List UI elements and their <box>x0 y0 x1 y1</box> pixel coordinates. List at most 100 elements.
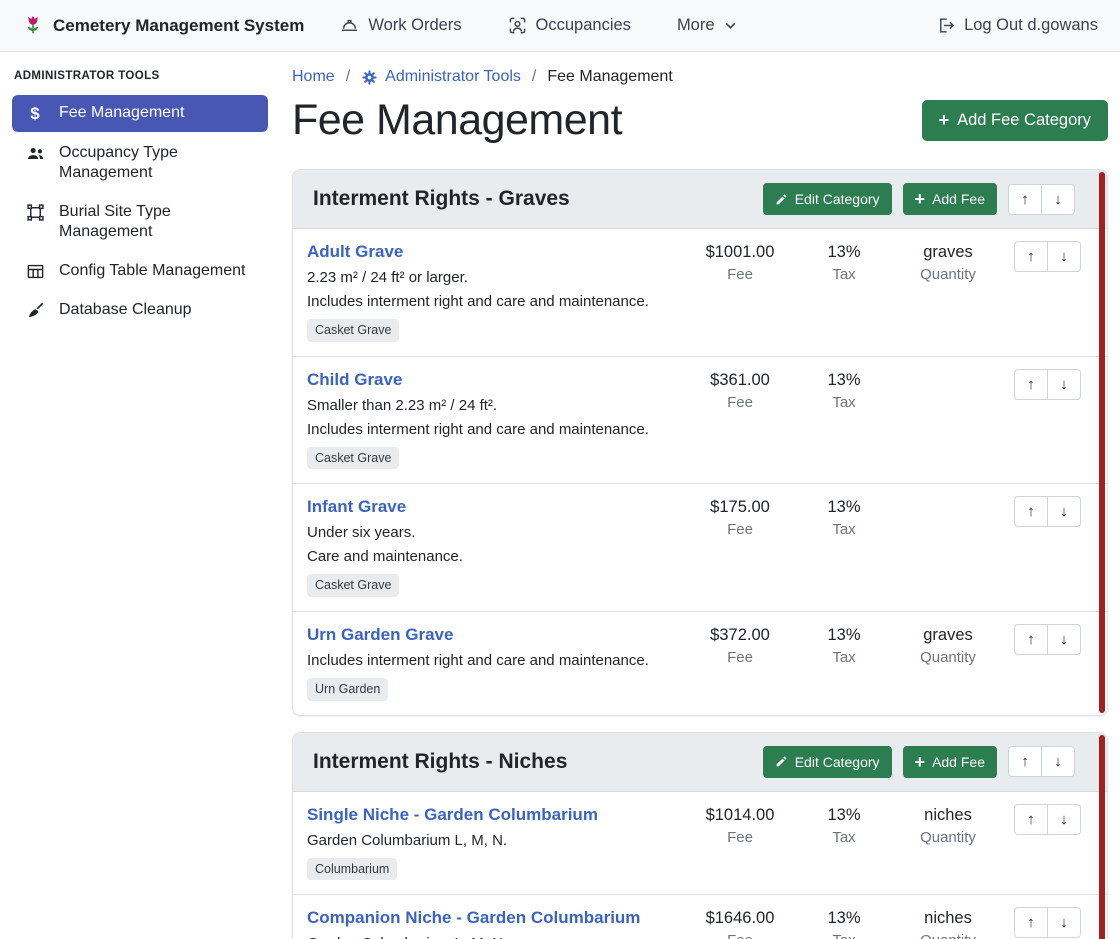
app-brand[interactable]: Cemetery Management System <box>22 15 304 37</box>
fee-description: Care and maintenance. <box>307 547 680 566</box>
move-fee-up-button[interactable]: ↑ <box>1014 624 1048 655</box>
move-category-up-button[interactable]: ↑ <box>1008 746 1042 777</box>
person-frame-icon <box>508 16 527 35</box>
nav-occupancies[interactable]: Occupancies <box>508 16 631 35</box>
edit-category-button[interactable]: Edit Category <box>763 746 892 778</box>
sidebar-nav: $Fee ManagementOccupancy Type Management… <box>0 95 280 328</box>
add-fee-category-button[interactable]: + Add Fee Category <box>922 100 1108 141</box>
fee-type-badge: Columbarium <box>307 858 397 881</box>
nav-more[interactable]: More <box>677 16 737 35</box>
fee-type-badge: Casket Grave <box>307 574 399 597</box>
fee-amount: $1001.00Fee <box>688 241 792 283</box>
sidebar-item-config-table-management[interactable]: Config Table Management <box>12 253 268 289</box>
fee-quantity: gravesQuantity <box>896 241 1000 283</box>
move-category-down-button[interactable]: ↓ <box>1041 184 1075 215</box>
page-title: Fee Management <box>292 96 622 145</box>
move-category-up-button[interactable]: ↑ <box>1008 184 1042 215</box>
move-category-down-button[interactable]: ↓ <box>1041 746 1075 777</box>
fee-tax-label: Tax <box>792 829 896 846</box>
category-actions: Edit Category +Add Fee ↑↓ <box>763 746 1087 778</box>
move-fee-down-button[interactable]: ↓ <box>1047 624 1081 655</box>
top-navbar: Cemetery Management System Work Orders O… <box>0 0 1120 52</box>
fee-type-badge: Casket Grave <box>307 319 399 342</box>
fee-name-link[interactable]: Urn Garden Grave <box>307 624 453 646</box>
move-fee-down-button[interactable]: ↓ <box>1047 496 1081 527</box>
fee-row: Infant GraveUnder six years.Care and mai… <box>293 484 1107 612</box>
fee-quantity-label: Quantity <box>896 829 1000 846</box>
logout-icon <box>936 16 955 35</box>
sidebar-item-database-cleanup[interactable]: Database Cleanup <box>12 292 268 328</box>
category-header: Interment Rights - Graves Edit Category +A… <box>293 170 1107 229</box>
nav-work-orders[interactable]: Work Orders <box>340 16 461 35</box>
fee-tax-value: 13% <box>792 806 896 825</box>
nav-work-orders-label: Work Orders <box>368 16 461 35</box>
card-scrollbar-thumb[interactable] <box>1099 172 1105 713</box>
sidebar-item-fee-management[interactable]: $Fee Management <box>12 95 268 132</box>
fee-tax: 13%Tax <box>792 496 896 538</box>
fee-amount-value: $1646.00 <box>688 909 792 928</box>
edit-category-button[interactable]: Edit Category <box>763 183 892 215</box>
fee-name-link[interactable]: Child Grave <box>307 369 402 391</box>
fee-description: 2.23 m² / 24 ft² or larger. <box>307 268 680 287</box>
move-fee-down-button[interactable]: ↓ <box>1047 369 1081 400</box>
fee-tax-value: 13% <box>792 371 896 390</box>
sidebar-item-occupancy-type-management[interactable]: Occupancy Type Management <box>12 135 268 191</box>
move-fee-down-button[interactable]: ↓ <box>1047 241 1081 272</box>
fee-amount-label: Fee <box>688 829 792 846</box>
fee-quantity: nichesQuantity <box>896 907 1000 939</box>
fee-amount-label: Fee <box>688 649 792 666</box>
move-fee-down-button[interactable]: ↓ <box>1047 804 1081 835</box>
fee-tax-label: Tax <box>792 932 896 939</box>
fee-name-link[interactable]: Infant Grave <box>307 496 406 518</box>
fee-info: Companion Niche - Garden Columbarium Gard… <box>307 907 688 939</box>
move-fee-up-button[interactable]: ↑ <box>1014 496 1048 527</box>
sidebar-item-burial-site-type-management[interactable]: Burial Site Type Management <box>12 194 268 250</box>
fee-quantity: niches Quantity <box>896 804 1000 846</box>
nav-more-label: More <box>677 16 715 35</box>
move-fee-up-button[interactable]: ↑ <box>1014 907 1048 938</box>
fee-amount: $1014.00Fee <box>688 804 792 846</box>
edit-category-label: Edit Category <box>795 191 880 207</box>
fee-category-card: Interment Rights - Graves Edit Category +A… <box>292 169 1108 716</box>
sidebar-heading: ADMINISTRATOR TOOLS <box>0 62 280 92</box>
fee-amount-value: $175.00 <box>688 498 792 517</box>
category-title: Interment Rights - Niches <box>313 750 567 774</box>
fee-info: Child GraveSmaller than 2.23 m² / 24 ft²… <box>307 369 688 470</box>
fee-name-link[interactable]: Single Niche - Garden Columbarium <box>307 804 598 826</box>
fee-description: Includes interment right and care and ma… <box>307 292 680 311</box>
sidebar: ADMINISTRATOR TOOLS $Fee ManagementOccup… <box>0 52 280 939</box>
fee-name-link[interactable]: Companion Niche - Garden Columbarium <box>307 907 640 929</box>
fee-reorder-group: ↑↓ <box>1014 804 1081 835</box>
sidebar-item-label: Config Table Management <box>59 261 246 281</box>
move-fee-down-button[interactable]: ↓ <box>1047 907 1081 938</box>
fee-reorder-group: ↑↓ <box>1014 496 1081 527</box>
vector-square-icon <box>24 203 46 222</box>
fee-quantity-value: niches <box>896 806 1000 825</box>
move-fee-up-button[interactable]: ↑ <box>1014 369 1048 400</box>
logout-link[interactable]: Log Out d.gowans <box>936 16 1098 35</box>
breadcrumb-separator: / <box>346 68 350 86</box>
fee-tax-value: 13% <box>792 498 896 517</box>
fee-row: Child GraveSmaller than 2.23 m² / 24 ft²… <box>293 357 1107 485</box>
fee-tax-label: Tax <box>792 394 896 411</box>
fee-amount: $1646.00Fee <box>688 907 792 939</box>
fee-quantity-label: Quantity <box>896 649 1000 666</box>
breadcrumb-home[interactable]: Home <box>292 68 335 86</box>
add-fee-button[interactable]: +Add Fee <box>903 746 997 778</box>
move-fee-up-button[interactable]: ↑ <box>1014 241 1048 272</box>
fee-tax-value: 13% <box>792 909 896 928</box>
category-title: Interment Rights - Graves <box>313 187 570 211</box>
category-list: Interment Rights - Graves Edit Category +A… <box>292 169 1108 939</box>
move-fee-up-button[interactable]: ↑ <box>1014 804 1048 835</box>
app-title: Cemetery Management System <box>53 16 304 36</box>
add-fee-button[interactable]: +Add Fee <box>903 183 997 215</box>
card-scrollbar-thumb[interactable] <box>1099 735 1105 939</box>
fee-name-link[interactable]: Adult Grave <box>307 241 403 263</box>
breadcrumb-admin-tools[interactable]: Administrator Tools <box>361 68 521 86</box>
fee-description: Garden Columbarium L, M, N. <box>307 934 680 939</box>
fee-type-badge: Urn Garden <box>307 678 388 701</box>
gear-icon <box>361 69 378 86</box>
fee-amount: $361.00Fee <box>688 369 792 411</box>
pencil-icon <box>775 193 788 206</box>
fee-quantity: gravesQuantity <box>896 624 1000 666</box>
